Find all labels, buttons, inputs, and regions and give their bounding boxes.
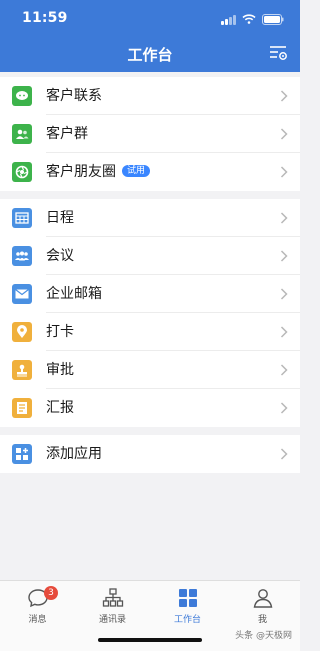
- menu-item-text: 客户朋友圈: [46, 164, 116, 180]
- tab-label: 我: [257, 615, 267, 625]
- settings-sliders-icon: [270, 46, 287, 60]
- chevron-right-icon: [280, 250, 288, 262]
- chevron-right-icon: [280, 326, 288, 338]
- settings-button[interactable]: [268, 44, 288, 62]
- menu-item-customer-group[interactable]: 客户群: [0, 115, 300, 153]
- menu-item-label: 客户朋友圈 试用: [46, 153, 151, 191]
- menu-item-label: 客户群: [46, 126, 88, 142]
- battery-icon: [262, 13, 284, 25]
- menu-item-label: 添加应用: [46, 446, 102, 462]
- menu-item-label: 会议: [46, 248, 74, 264]
- menu-item-label: 汇报: [46, 400, 74, 416]
- group-people-icon: [12, 124, 32, 144]
- chevron-right-icon: [280, 288, 288, 300]
- trial-badge: 试用: [122, 165, 151, 177]
- report-doc-icon: [12, 398, 32, 418]
- status-icons: [221, 12, 284, 26]
- office-section: 日程 会议 企业邮箱 打卡 审批 汇报: [0, 199, 300, 427]
- menu-item-approval[interactable]: 审批: [0, 351, 300, 389]
- menu-item-add-app[interactable]: 添加应用: [0, 435, 300, 473]
- org-chart-icon: [102, 588, 123, 607]
- menu-item-label: 企业邮箱: [46, 286, 102, 302]
- tab-me[interactable]: 我: [225, 581, 300, 631]
- meeting-people-icon: [12, 246, 32, 266]
- tab-label: 消息: [28, 615, 47, 625]
- mail-icon: [12, 284, 32, 304]
- home-indicator[interactable]: [98, 638, 202, 642]
- chevron-right-icon: [280, 128, 288, 140]
- chevron-right-icon: [280, 402, 288, 414]
- location-pin-icon: [12, 322, 32, 342]
- signal-icon: [221, 14, 236, 25]
- aperture-icon: [12, 162, 32, 182]
- wifi-icon: [242, 14, 256, 24]
- chevron-right-icon: [280, 212, 288, 224]
- chevron-right-icon: [280, 448, 288, 460]
- menu-item-report[interactable]: 汇报: [0, 389, 300, 427]
- menu-item-checkin[interactable]: 打卡: [0, 313, 300, 351]
- stamp-icon: [12, 360, 32, 380]
- add-app-section: 添加应用: [0, 435, 300, 473]
- tab-messages[interactable]: 3 消息: [0, 581, 75, 631]
- menu-item-customer-moments[interactable]: 客户朋友圈 试用: [0, 153, 300, 191]
- menu-item-meeting[interactable]: 会议: [0, 237, 300, 275]
- status-time: 11:59: [22, 10, 68, 26]
- menu-item-label: 打卡: [46, 324, 74, 340]
- calendar-grid-icon: [12, 208, 32, 228]
- chat-bubble-icon: [12, 86, 32, 106]
- menu-item-email[interactable]: 企业邮箱: [0, 275, 300, 313]
- menu-item-customer-contact[interactable]: 客户联系: [0, 77, 300, 115]
- menu-item-schedule[interactable]: 日程: [0, 199, 300, 237]
- unread-badge: 3: [44, 586, 58, 600]
- workbench-grid-icon: [178, 589, 197, 607]
- status-bar: 11:59: [0, 0, 300, 36]
- chevron-right-icon: [280, 166, 288, 178]
- person-icon: [253, 589, 272, 608]
- menu-item-label: 日程: [46, 210, 74, 226]
- menu-item-label: 客户联系: [46, 88, 102, 104]
- page-title: 工作台: [127, 46, 173, 64]
- tab-label: 工作台: [173, 615, 201, 625]
- tab-label: 通讯录: [98, 615, 126, 625]
- chevron-right-icon: [280, 364, 288, 376]
- tab-workbench[interactable]: 工作台: [150, 581, 225, 631]
- header-bar: 11:59 工作台: [0, 0, 300, 72]
- add-app-grid-icon: [12, 444, 32, 464]
- menu-item-label: 审批: [46, 362, 74, 378]
- customer-section: 客户联系 客户群 客户朋友圈 试用: [0, 77, 300, 191]
- tab-contacts[interactable]: 通讯录: [75, 581, 150, 631]
- chevron-right-icon: [280, 90, 288, 102]
- watermark: 头条 @天极网: [235, 631, 292, 641]
